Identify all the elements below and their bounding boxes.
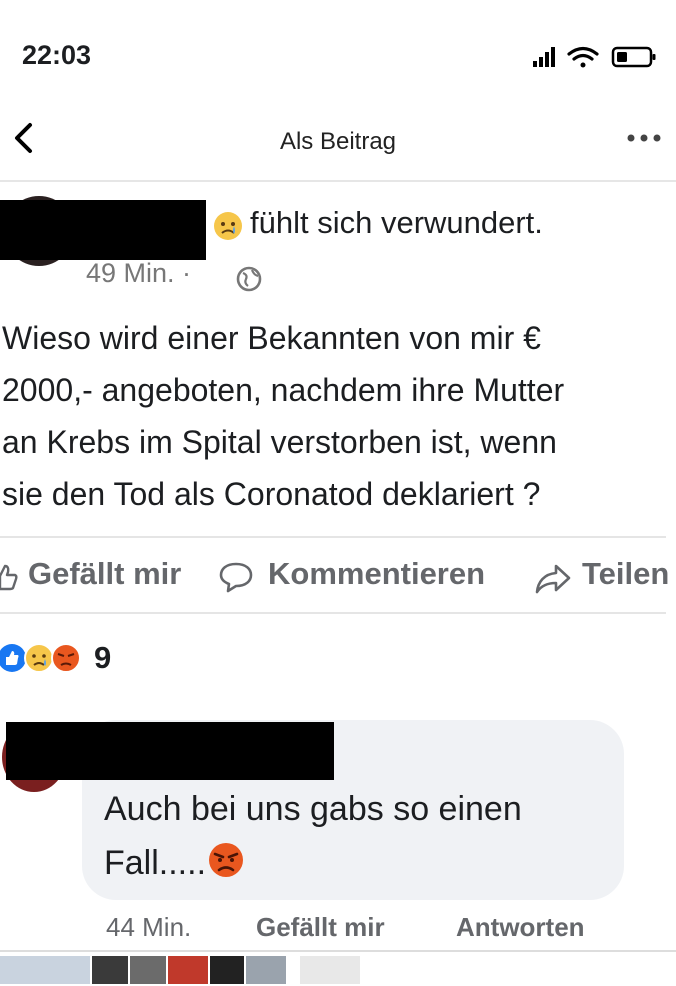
thumbnail[interactable] [300,956,360,984]
share-icon[interactable] [534,562,572,594]
thumbnail[interactable] [246,956,286,984]
more-icon[interactable] [626,130,662,146]
wifi-icon [567,46,599,68]
commenter-name-redacted [6,722,334,780]
signal-icon [533,47,555,67]
thumbnail-strip [0,950,676,986]
comment-timestamp: 44 Min. [106,912,192,942]
status-icons [533,46,656,68]
divider [0,612,666,614]
battery-icon [611,46,656,68]
sad-emoji [214,212,242,240]
share-button[interactable]: Teilen [582,556,669,592]
globe-icon [236,266,262,292]
angry-emoji [209,843,244,877]
like-icon[interactable] [0,562,18,592]
comment-like-button[interactable]: Gefällt mir [256,912,385,943]
comment-text-content: Auch bei uns gabs so einen Fall..... [104,790,522,882]
thumbnail[interactable] [168,956,208,984]
comment-button[interactable]: Kommentieren [268,556,485,592]
post-timestamp[interactable]: 49 Min. · [86,258,191,289]
sad-reaction-icon [24,643,54,673]
page-title: Als Beitrag [279,128,397,155]
thumbnail[interactable] [92,956,128,984]
comment-icon[interactable] [218,560,254,594]
divider [0,536,666,538]
thumbnail[interactable] [130,956,166,984]
comment-reply-button[interactable]: Antworten [456,912,585,943]
status-time: 22:03 [22,40,92,70]
reaction-count[interactable]: 9 [94,640,111,676]
like-button[interactable]: Gefällt mir [28,556,181,592]
post-text: Wieso wird einer Bekannten von mir € 200… [2,320,565,512]
thumbnail[interactable] [210,956,244,984]
like-reaction-icon [0,644,26,672]
angry-reaction-icon [51,643,81,673]
author-name-redacted [0,200,206,260]
comment-text: Auch bei uns gabs so einen Fall..... [104,782,614,890]
thumbnail[interactable] [0,956,90,984]
nav-divider [0,180,676,182]
feeling-text: fühlt sich verwundert. [250,205,543,240]
reactions-summary[interactable] [0,640,94,676]
